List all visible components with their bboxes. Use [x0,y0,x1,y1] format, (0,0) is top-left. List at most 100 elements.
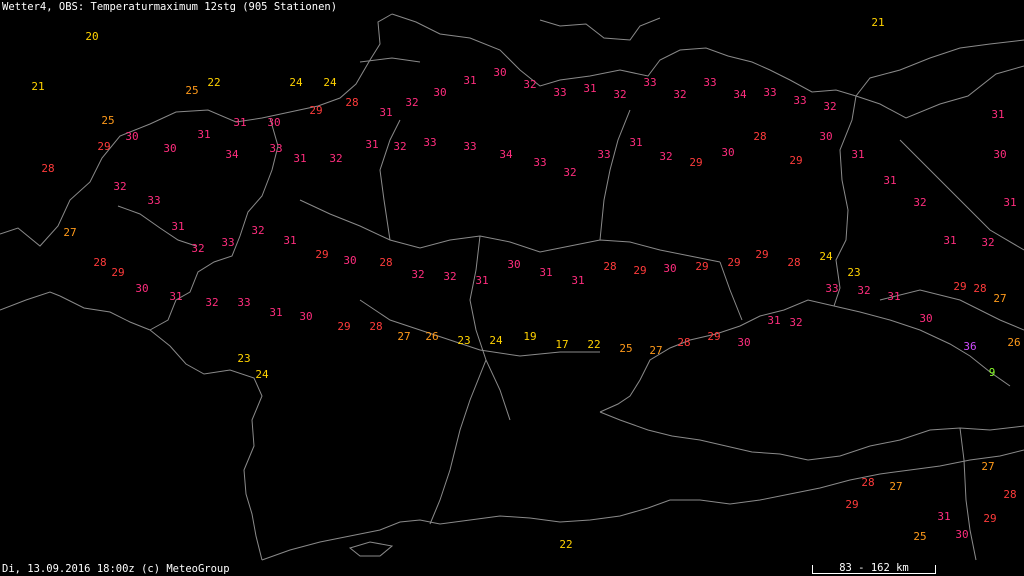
station-value: 29 [97,140,110,153]
map-title: Wetter4, OBS: Temperaturmaximum 12stg (9… [2,1,338,13]
station-value: 31 [1003,196,1016,209]
station-value: 36 [963,340,976,353]
station-value: 29 [111,266,124,279]
station-value: 30 [163,142,176,155]
station-value: 25 [913,530,926,543]
station-value: 31 [851,148,864,161]
station-value: 31 [539,266,552,279]
station-value: 30 [267,116,280,129]
station-value: 34 [733,88,747,101]
station-value: 31 [463,74,476,87]
station-value: 28 [345,96,358,109]
station-value: 31 [943,234,956,247]
station-value: 32 [857,284,870,297]
station-value: 27 [993,292,1006,305]
station-value: 31 [169,290,182,303]
station-value: 31 [883,174,896,187]
station-value: 31 [197,128,210,141]
station-value: 28 [379,256,392,269]
station-value: 27 [649,344,662,357]
station-value: 33 [237,296,250,309]
station-value: 32 [393,140,406,153]
scale-line [812,565,936,574]
station-value: 33 [463,140,476,153]
station-value: 29 [755,248,768,261]
station-value: 30 [125,130,138,143]
station-value: 32 [563,166,576,179]
station-value: 23 [237,352,250,365]
station-value: 32 [405,96,418,109]
station-value: 33 [269,142,282,155]
station-value: 31 [233,116,246,129]
station-value: 30 [507,258,520,271]
station-value: 31 [991,108,1004,121]
station-value: 29 [633,264,646,277]
station-value: 30 [721,146,734,159]
station-value: 31 [171,220,184,233]
station-value: 33 [793,94,806,107]
station-value: 9 [989,366,996,379]
station-value: 31 [767,314,780,327]
station-value: 30 [299,310,312,323]
station-value: 33 [597,148,610,161]
station-value: 29 [789,154,802,167]
station-value: 33 [533,156,546,169]
station-value: 32 [613,88,626,101]
station-value: 22 [207,76,220,89]
station-value: 31 [937,510,950,523]
station-value: 28 [677,336,690,349]
station-value: 17 [555,338,568,351]
station-value: 26 [425,330,438,343]
station-value: 32 [913,196,926,209]
station-value: 31 [365,138,378,151]
station-value: 30 [433,86,446,99]
station-value: 28 [369,320,382,333]
station-value: 29 [707,330,720,343]
station-value: 23 [847,266,860,279]
station-value: 33 [553,86,566,99]
map-timestamp: Di, 13.09.2016 18:00z (c) MeteoGroup [2,563,230,575]
station-value: 31 [475,274,488,287]
station-value: 32 [823,100,836,113]
station-value: 32 [789,316,802,329]
station-value: 30 [955,528,968,541]
station-value: 19 [523,330,536,343]
station-value: 32 [673,88,686,101]
station-value: 28 [861,476,874,489]
station-value: 21 [31,80,44,93]
station-value: 29 [309,104,322,117]
station-value: 24 [255,368,269,381]
station-value: 31 [571,274,584,287]
station-value: 33 [147,194,160,207]
station-value: 31 [583,82,596,95]
temperature-map: 2021 2522 24 242129252830303131 302928313230… [0,0,1024,576]
station-value: 32 [113,180,126,193]
station-value: 20 [85,30,98,43]
station-value: 30 [663,262,676,275]
station-value: 29 [689,156,702,169]
station-value: 29 [727,256,740,269]
station-value: 28 [753,130,766,143]
station-value: 31 [629,136,642,149]
station-value: 28 [603,260,616,273]
scale-bar: 83 - 162 km [812,562,936,574]
station-value: 33 [423,136,436,149]
station-value: 28 [787,256,800,269]
station-value: 34 [225,148,239,161]
station-value: 26 [1007,336,1020,349]
station-value: 27 [63,226,76,239]
station-value: 24 [323,76,337,89]
station-value: 29 [953,280,966,293]
station-value: 29 [983,512,996,525]
station-value: 31 [269,306,282,319]
station-value: 32 [329,152,342,165]
station-value: 22 [587,338,600,351]
station-value: 28 [1003,488,1016,501]
station-value: 33 [763,86,776,99]
station-value: 32 [443,270,456,283]
station-value: 25 [619,342,632,355]
station-value: 33 [703,76,716,89]
station-value: 31 [887,290,900,303]
station-value: 29 [315,248,328,261]
station-value: 32 [659,150,672,163]
